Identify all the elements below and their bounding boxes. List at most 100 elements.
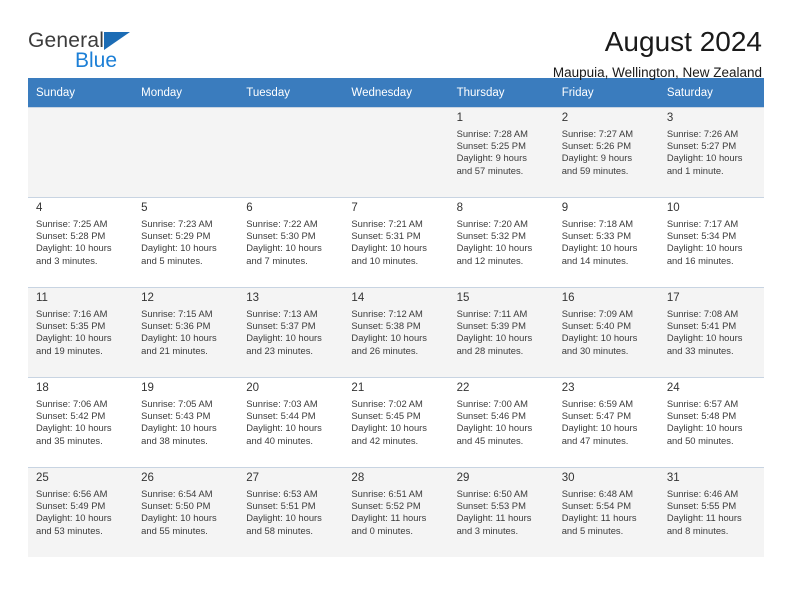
sunset-time: Sunset: 5:28 PM <box>36 230 106 242</box>
day-cell-content: 21 Sunrise: 7:02 AM Sunset: 5:45 PM Dayligh… <box>343 378 448 467</box>
day-cell-content: 27 Sunrise: 6:53 AM Sunset: 5:51 PM Dayligh… <box>238 468 343 557</box>
calendar-day-cell[interactable]: 17 Sunrise: 7:08 AM Sunset: 5:41 PM Dayligh… <box>658 287 764 378</box>
sun-times: Sunrise: 7:20 AM Sunset: 5:32 PM Daylight:… <box>457 218 547 267</box>
calendar-day-cell[interactable]: 13 Sunrise: 7:13 AM Sunset: 5:37 PM Dayligh… <box>238 287 344 378</box>
calendar-day-cell[interactable]: 5 Sunrise: 7:23 AM Sunset: 5:29 PM Daylight… <box>133 197 239 288</box>
calendar-day-cell[interactable]: 9 Sunrise: 7:18 AM Sunset: 5:33 PM Daylight… <box>553 197 659 288</box>
daylight-duration-line1: Daylight: 10 hours <box>456 422 533 434</box>
calendar-day-cell[interactable]: 16 Sunrise: 7:09 AM Sunset: 5:40 PM Dayligh… <box>553 287 659 378</box>
calendar-day-cell[interactable]: 31 Sunrise: 6:46 AM Sunset: 5:55 PM Dayligh… <box>658 467 764 557</box>
day-number: 8 <box>456 202 463 214</box>
day-cell-content: 16 Sunrise: 7:09 AM Sunset: 5:40 PM Dayligh… <box>554 288 659 377</box>
day-number: 20 <box>246 382 260 394</box>
calendar-day-cell[interactable]: 21 Sunrise: 7:02 AM Sunset: 5:45 PM Dayligh… <box>343 377 449 468</box>
sunset-time: Sunset: 5:47 PM <box>561 410 632 422</box>
sun-times: Sunrise: 6:59 AM Sunset: 5:47 PM Daylight:… <box>562 398 652 447</box>
day-cell-content: 29 Sunrise: 6:50 AM Sunset: 5:53 PM Dayligh… <box>449 468 554 557</box>
day-number: 30 <box>561 472 575 484</box>
daylight-duration-line2: and 55 minutes. <box>141 524 208 536</box>
sunset-time: Sunset: 5:44 PM <box>246 410 316 422</box>
calendar-day-cell[interactable]: 10 Sunrise: 7:17 AM Sunset: 5:34 PM Dayligh… <box>658 197 764 288</box>
daylight-duration-line2: and 14 minutes. <box>561 254 629 266</box>
sun-times: Sunrise: 7:02 AM Sunset: 5:45 PM Daylight:… <box>351 398 441 447</box>
calendar-day-cell[interactable]: 23 Sunrise: 6:59 AM Sunset: 5:47 PM Dayligh… <box>553 377 659 468</box>
sunset-time: Sunset: 5:42 PM <box>36 410 106 422</box>
daylight-duration-line2: and 19 minutes. <box>36 344 103 356</box>
daylight-duration-line1: Daylight: 11 hours <box>456 512 532 524</box>
daylight-duration-line2: and 3 minutes. <box>456 524 519 536</box>
day-cell-content: 6 Sunrise: 7:22 AM Sunset: 5:30 PM Daylight… <box>238 198 343 287</box>
calendar-day-cell[interactable]: 7 Sunrise: 7:21 AM Sunset: 5:31 PM Daylight… <box>343 197 449 288</box>
daylight-duration-line1: Daylight: 10 hours <box>36 512 112 524</box>
daylight-duration-line2: and 26 minutes. <box>351 344 419 356</box>
calendar-day-cell[interactable]: 1 Sunrise: 7:28 AM Sunset: 5:25 PM Daylight… <box>448 107 554 198</box>
calendar-day-cell[interactable]: 8 Sunrise: 7:20 AM Sunset: 5:32 PM Daylight… <box>448 197 554 288</box>
blue-triangle-icon <box>104 32 131 50</box>
daylight-duration-line1: Daylight: 10 hours <box>36 242 112 254</box>
day-cell-content: 15 Sunrise: 7:11 AM Sunset: 5:39 PM Dayligh… <box>449 288 554 377</box>
calendar-day-cell[interactable]: 3 Sunrise: 7:26 AM Sunset: 5:27 PM Daylight… <box>658 107 764 198</box>
page-header: General Blue August 2024 Maupuia, Wellin… <box>28 0 764 80</box>
day-cell-content: 24 Sunrise: 6:57 AM Sunset: 5:48 PM Dayligh… <box>659 378 764 467</box>
daylight-duration-line1: Daylight: 10 hours <box>246 422 322 434</box>
daylight-duration-line2: and 12 minutes. <box>456 254 524 266</box>
calendar-day-cell[interactable]: 22 Sunrise: 7:00 AM Sunset: 5:46 PM Dayligh… <box>448 377 554 468</box>
calendar-day-cell[interactable]: 12 Sunrise: 7:15 AM Sunset: 5:36 PM Dayligh… <box>133 287 239 378</box>
sunset-time: Sunset: 5:50 PM <box>141 500 211 512</box>
sunset-time: Sunset: 5:41 PM <box>666 320 737 332</box>
weekday-header-tuesday: Tuesday <box>238 78 344 108</box>
daylight-duration-line2: and 53 minutes. <box>36 524 103 536</box>
location-subtitle: Maupuia, Wellington, New Zealand <box>552 65 762 80</box>
sunrise-time: Sunrise: 6:54 AM <box>141 488 213 499</box>
calendar-day-cell[interactable]: 28 Sunrise: 6:51 AM Sunset: 5:52 PM Dayligh… <box>343 467 449 557</box>
sunrise-time: Sunrise: 7:17 AM <box>666 218 739 229</box>
calendar-day-cell[interactable]: 4 Sunrise: 7:25 AM Sunset: 5:28 PM Daylight… <box>28 197 134 288</box>
sun-times: Sunrise: 7:15 AM Sunset: 5:36 PM Daylight:… <box>141 308 231 357</box>
calendar-week-row: 1 Sunrise: 7:28 AM Sunset: 5:25 PM Daylight… <box>28 107 764 198</box>
daylight-duration-line2: and 21 minutes. <box>141 344 208 356</box>
title-block: August 2024 Maupuia, Wellington, New Zea… <box>553 26 764 83</box>
sunrise-time: Sunrise: 7:09 AM <box>561 308 634 319</box>
sunset-time: Sunset: 5:27 PM <box>666 140 737 152</box>
sun-times: Sunrise: 7:13 AM Sunset: 5:37 PM Daylight:… <box>246 308 336 357</box>
day-number: 31 <box>666 472 680 484</box>
calendar-day-cell[interactable]: 15 Sunrise: 7:11 AM Sunset: 5:39 PM Dayligh… <box>448 287 554 378</box>
calendar-day-cell[interactable]: 29 Sunrise: 6:50 AM Sunset: 5:53 PM Dayligh… <box>448 467 554 557</box>
day-cell-content: 7 Sunrise: 7:21 AM Sunset: 5:31 PM Daylight… <box>343 198 448 287</box>
sunrise-time: Sunrise: 7:15 AM <box>141 308 213 319</box>
daylight-duration-line2: and 28 minutes. <box>456 344 524 356</box>
day-number: 27 <box>246 472 260 484</box>
calendar-day-cell[interactable]: 27 Sunrise: 6:53 AM Sunset: 5:51 PM Dayligh… <box>238 467 344 557</box>
calendar-day-cell[interactable]: 25 Sunrise: 6:56 AM Sunset: 5:49 PM Dayligh… <box>28 467 134 557</box>
general-blue-logo[interactable]: General Blue <box>28 26 158 72</box>
calendar-day-cell[interactable]: 19 Sunrise: 7:05 AM Sunset: 5:43 PM Dayligh… <box>133 377 239 468</box>
calendar-day-cell[interactable]: 11 Sunrise: 7:16 AM Sunset: 5:35 PM Dayligh… <box>28 287 134 378</box>
calendar-day-cell[interactable]: 2 Sunrise: 7:27 AM Sunset: 5:26 PM Daylight… <box>553 107 659 198</box>
daylight-duration-line1: Daylight: 10 hours <box>141 422 217 434</box>
calendar-day-cell[interactable]: 24 Sunrise: 6:57 AM Sunset: 5:48 PM Dayligh… <box>658 377 764 468</box>
sun-times: Sunrise: 7:08 AM Sunset: 5:41 PM Daylight:… <box>667 308 757 357</box>
sunrise-time: Sunrise: 7:21 AM <box>351 218 423 229</box>
day-number: 10 <box>666 202 680 214</box>
calendar-day-cell[interactable]: 18 Sunrise: 7:06 AM Sunset: 5:42 PM Dayligh… <box>28 377 134 468</box>
sunrise-time: Sunrise: 6:56 AM <box>36 488 108 499</box>
day-cell-content: 12 Sunrise: 7:15 AM Sunset: 5:36 PM Dayligh… <box>133 288 238 377</box>
calendar-week-row: 4 Sunrise: 7:25 AM Sunset: 5:28 PM Daylight… <box>28 197 764 288</box>
daylight-duration-line2: and 45 minutes. <box>456 434 524 446</box>
daylight-duration-line1: Daylight: 10 hours <box>141 242 217 254</box>
calendar-day-cell[interactable]: 6 Sunrise: 7:22 AM Sunset: 5:30 PM Daylight… <box>238 197 344 288</box>
calendar-day-cell[interactable]: 14 Sunrise: 7:12 AM Sunset: 5:38 PM Dayligh… <box>343 287 449 378</box>
sun-times: Sunrise: 7:27 AM Sunset: 5:26 PM Daylight:… <box>562 128 652 177</box>
sunrise-time: Sunrise: 7:12 AM <box>351 308 423 319</box>
calendar-day-cell[interactable]: 20 Sunrise: 7:03 AM Sunset: 5:44 PM Dayligh… <box>238 377 344 468</box>
daylight-duration-line1: Daylight: 10 hours <box>666 422 743 434</box>
day-cell-content: 30 Sunrise: 6:48 AM Sunset: 5:54 PM Dayligh… <box>554 468 659 557</box>
calendar-day-cell[interactable]: 30 Sunrise: 6:48 AM Sunset: 5:54 PM Dayligh… <box>553 467 659 557</box>
sunrise-time: Sunrise: 7:27 AM <box>561 128 634 139</box>
logo-text-general: General <box>28 29 105 52</box>
daylight-duration-line2: and 59 minutes. <box>561 164 629 176</box>
calendar-cell-empty <box>343 107 449 198</box>
sunrise-time: Sunrise: 7:08 AM <box>666 308 739 319</box>
calendar-week-row: 11 Sunrise: 7:16 AM Sunset: 5:35 PM Dayligh… <box>28 287 764 378</box>
calendar-day-cell[interactable]: 26 Sunrise: 6:54 AM Sunset: 5:50 PM Dayligh… <box>133 467 239 557</box>
